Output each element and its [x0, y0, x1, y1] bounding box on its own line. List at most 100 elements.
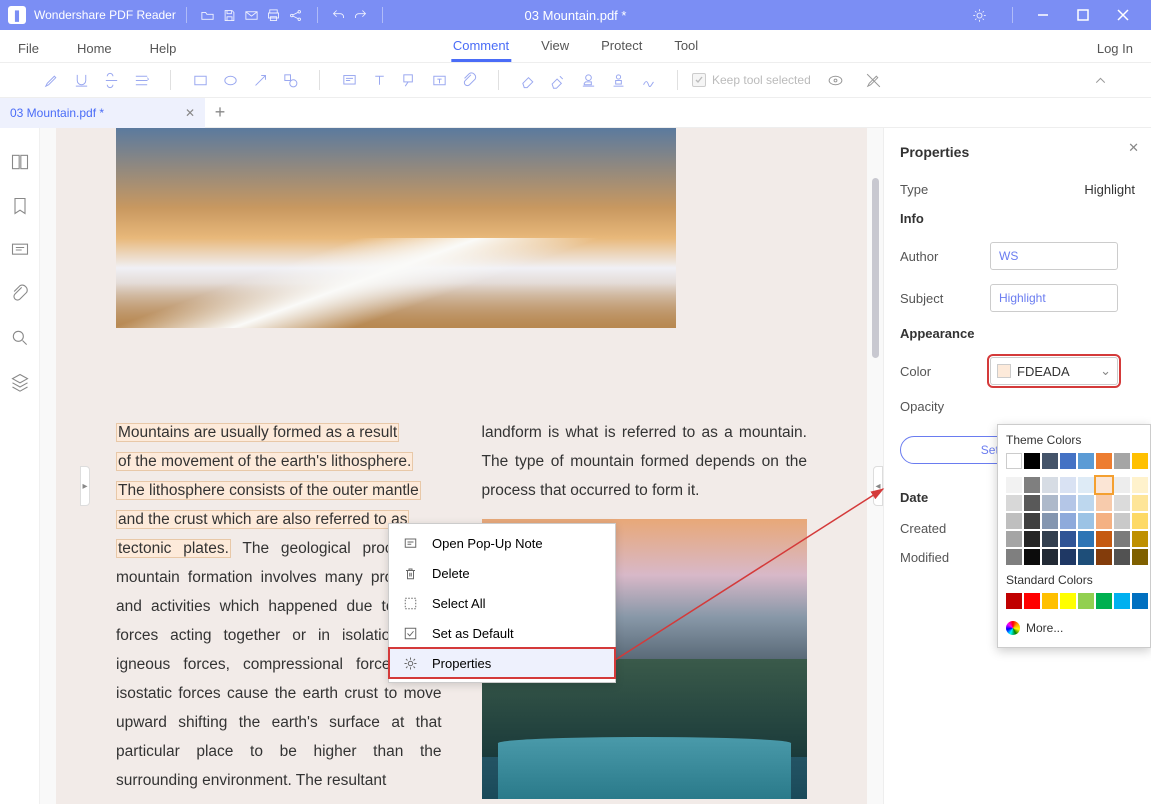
highlighted-text[interactable]: tectonic plates. — [116, 539, 231, 558]
comments-list-icon[interactable] — [10, 240, 30, 260]
color-dropdown[interactable]: FDEADA ⌄ — [990, 357, 1118, 385]
color-swatch[interactable] — [1042, 549, 1058, 565]
ctx-set-default[interactable]: Set as Default — [389, 618, 615, 648]
color-swatch[interactable] — [1132, 477, 1148, 493]
shapes-tool-icon[interactable] — [275, 66, 305, 94]
login-link[interactable]: Log In — [1095, 35, 1135, 62]
highlighted-text[interactable]: The lithosphere consists of the outer ma… — [116, 481, 421, 500]
color-swatch[interactable] — [1024, 495, 1040, 511]
color-swatch[interactable] — [1042, 495, 1058, 511]
ctx-open-popup-note[interactable]: Open Pop-Up Note — [389, 528, 615, 558]
sign-tool-icon[interactable] — [633, 66, 663, 94]
oval-tool-icon[interactable] — [215, 66, 245, 94]
color-swatch[interactable] — [1114, 531, 1130, 547]
color-swatch[interactable] — [1024, 513, 1040, 529]
color-swatch[interactable] — [1096, 513, 1112, 529]
document-tab[interactable]: 03 Mountain.pdf * ✕ — [0, 98, 205, 128]
minimize-button[interactable] — [1023, 0, 1063, 30]
color-swatch[interactable] — [1078, 495, 1094, 511]
color-swatch[interactable] — [1024, 453, 1040, 469]
highlighted-text[interactable]: Mountains are usually formed as a result — [116, 423, 399, 442]
vertical-scrollbar[interactable] — [872, 178, 879, 358]
color-swatch[interactable] — [1006, 513, 1022, 529]
mail-icon[interactable] — [241, 4, 263, 26]
keep-tool-checkbox[interactable]: Keep tool selected — [692, 73, 811, 87]
color-swatch[interactable] — [1114, 593, 1130, 609]
color-swatch[interactable] — [1060, 549, 1076, 565]
color-swatch[interactable] — [1132, 495, 1148, 511]
color-swatch[interactable] — [1078, 513, 1094, 529]
ctx-delete[interactable]: Delete — [389, 558, 615, 588]
open-folder-icon[interactable] — [197, 4, 219, 26]
redo-icon[interactable] — [350, 4, 372, 26]
underline-tool-icon[interactable] — [66, 66, 96, 94]
search-icon[interactable] — [10, 328, 30, 348]
eraser-tool-icon[interactable] — [513, 66, 543, 94]
subject-input[interactable] — [990, 284, 1118, 312]
ctx-select-all[interactable]: Select All — [389, 588, 615, 618]
menu-file[interactable]: File — [16, 35, 41, 62]
menu-protect[interactable]: Protect — [599, 32, 644, 62]
close-window-button[interactable] — [1103, 0, 1143, 30]
color-swatch[interactable] — [1132, 531, 1148, 547]
eraser2-tool-icon[interactable] — [543, 66, 573, 94]
more-colors-button[interactable]: More... — [1006, 617, 1142, 639]
thumbnails-icon[interactable] — [10, 152, 30, 172]
color-swatch[interactable] — [1042, 593, 1058, 609]
color-swatch[interactable] — [1096, 495, 1112, 511]
color-swatch[interactable] — [1042, 513, 1058, 529]
color-swatch[interactable] — [1114, 477, 1130, 493]
color-swatch[interactable] — [1006, 495, 1022, 511]
menu-view[interactable]: View — [539, 32, 571, 62]
save-icon[interactable] — [219, 4, 241, 26]
author-input[interactable] — [990, 242, 1118, 270]
expand-left-handle[interactable]: ▸ — [80, 466, 90, 506]
undo-icon[interactable] — [328, 4, 350, 26]
color-swatch[interactable] — [1114, 495, 1130, 511]
color-swatch[interactable] — [1078, 549, 1094, 565]
highlighted-text[interactable]: and the crust which are also referred to… — [116, 510, 409, 529]
color-swatch[interactable] — [1132, 593, 1148, 609]
color-swatch[interactable] — [1024, 531, 1040, 547]
text-tool-icon[interactable] — [364, 66, 394, 94]
color-swatch[interactable] — [1060, 453, 1076, 469]
stamp-tool-icon[interactable] — [573, 66, 603, 94]
share-icon[interactable] — [285, 4, 307, 26]
ctx-properties[interactable]: Properties — [389, 648, 615, 678]
color-swatch[interactable] — [1132, 549, 1148, 565]
color-swatch[interactable] — [1042, 477, 1058, 493]
menu-home[interactable]: Home — [75, 35, 114, 62]
color-swatch[interactable] — [1060, 495, 1076, 511]
attach-tool-icon[interactable] — [454, 66, 484, 94]
color-swatch[interactable] — [1078, 531, 1094, 547]
layers-icon[interactable] — [10, 372, 30, 392]
highlight-tool-icon[interactable] — [36, 66, 66, 94]
menu-tool[interactable]: Tool — [672, 32, 700, 62]
color-swatch[interactable] — [1132, 513, 1148, 529]
color-swatch[interactable] — [1114, 513, 1130, 529]
color-swatch[interactable] — [1096, 593, 1112, 609]
color-swatch[interactable] — [1114, 549, 1130, 565]
color-swatch[interactable] — [1042, 453, 1058, 469]
color-swatch[interactable] — [1078, 593, 1094, 609]
callout-tool-icon[interactable] — [394, 66, 424, 94]
highlighted-text[interactable]: of the movement of the earth's lithosphe… — [116, 452, 413, 471]
bookmarks-icon[interactable] — [10, 196, 30, 216]
textbox-tool-icon[interactable] — [424, 66, 454, 94]
color-swatch[interactable] — [1096, 453, 1112, 469]
hide-comments-icon[interactable] — [859, 66, 889, 94]
color-swatch[interactable] — [1114, 453, 1130, 469]
print-icon[interactable] — [263, 4, 285, 26]
strikethrough-tool-icon[interactable] — [96, 66, 126, 94]
arrow-tool-icon[interactable] — [245, 66, 275, 94]
color-swatch[interactable] — [1024, 477, 1040, 493]
color-swatch[interactable] — [1006, 531, 1022, 547]
menu-comment[interactable]: Comment — [451, 32, 511, 62]
color-swatch[interactable] — [1060, 593, 1076, 609]
color-swatch[interactable] — [1078, 453, 1094, 469]
color-swatch[interactable] — [1132, 453, 1148, 469]
color-swatch[interactable] — [1096, 549, 1112, 565]
rectangle-tool-icon[interactable] — [185, 66, 215, 94]
properties-close-icon[interactable]: ✕ — [1128, 140, 1139, 156]
color-swatch[interactable] — [1006, 593, 1022, 609]
